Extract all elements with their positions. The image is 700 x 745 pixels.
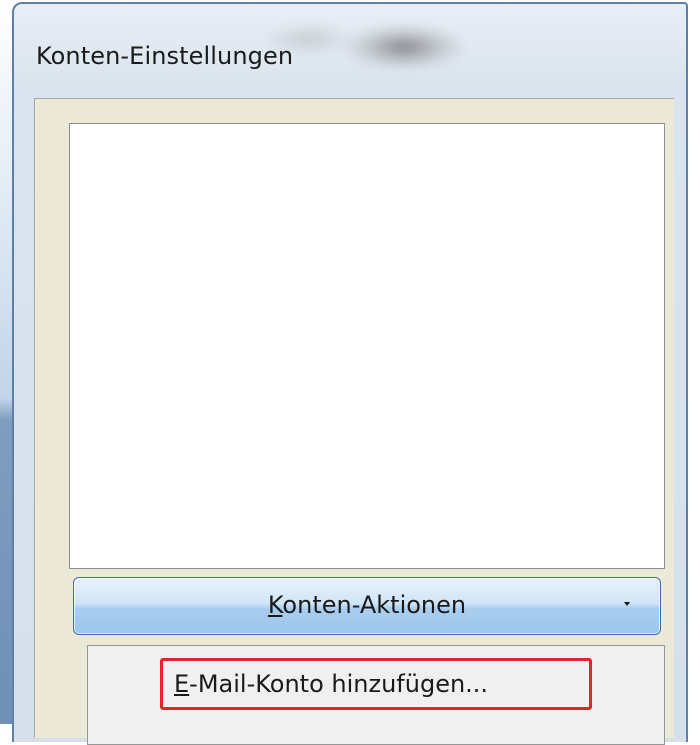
add-email-account-menu-item[interactable]: E-Mail-Konto hinzufügen... [160, 658, 592, 710]
window-title: Konten-Einstellungen [36, 42, 294, 70]
title-bar[interactable]: Konten-Einstellungen [14, 4, 686, 94]
accounts-list[interactable] [69, 123, 665, 569]
accelerator-key: K [267, 591, 283, 619]
menu-item-label-text: -Mail-Konto hinzufügen... [189, 670, 489, 698]
account-actions-menu: E-Mail-Konto hinzufügen... [87, 645, 665, 745]
dropdown-arrow-icon [624, 602, 630, 606]
account-actions-button[interactable]: Konten-Aktionen [73, 577, 661, 635]
blurred-title-region [264, 24, 354, 54]
blurred-title-region [344, 24, 464, 70]
client-area: Konten-Aktionen E-Mail-Konto hinzufügen.… [34, 98, 674, 745]
background-window-edge [0, 0, 12, 724]
screenshot-frame: Konten-Einstellungen Konten-Aktionen E-M… [0, 0, 700, 745]
accelerator-key: E [174, 670, 190, 698]
menu-item-label: E-Mail-Konto hinzufügen... [174, 670, 488, 698]
account-settings-window: Konten-Einstellungen Konten-Aktionen E-M… [12, 2, 688, 745]
account-actions-label-text: onten-Aktionen [282, 591, 467, 619]
account-actions-label: Konten-Aktionen [74, 591, 660, 619]
